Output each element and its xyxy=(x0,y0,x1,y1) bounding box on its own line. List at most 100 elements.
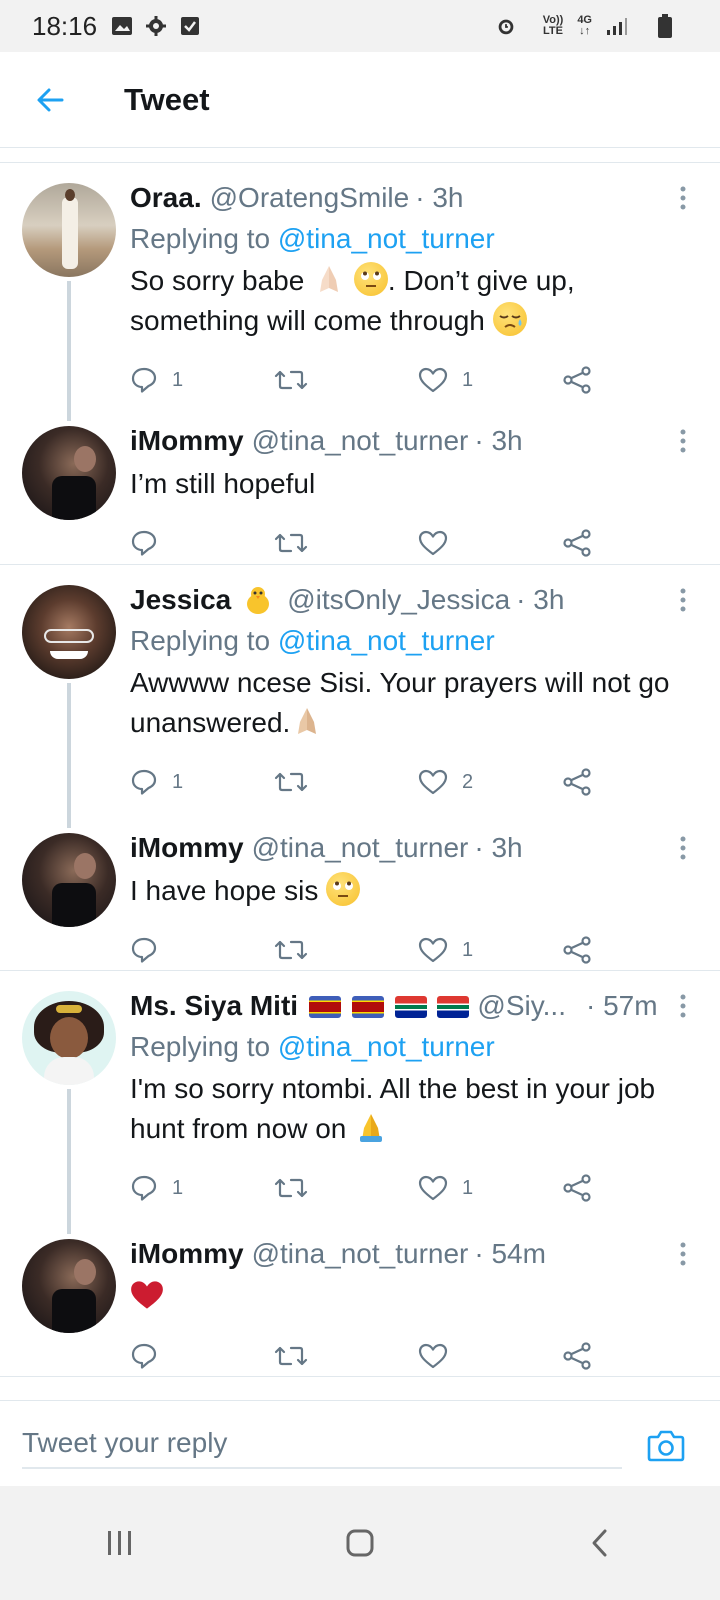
like-icon xyxy=(418,937,448,963)
avatar[interactable] xyxy=(22,183,116,277)
tweet[interactable]: iMommy @tina_not_turner · 3h I’m still h… xyxy=(0,406,720,564)
tweet[interactable]: Oraa. @OratengSmile · 3h Replying to @ti… xyxy=(0,163,720,421)
tweet[interactable]: iMommy @tina_not_turner · 54m xyxy=(0,1219,720,1376)
tweet[interactable]: Ms. Siya Miti @Siy... · 57m Replying to xyxy=(0,971,720,1234)
reply-button[interactable] xyxy=(130,529,274,557)
username[interactable]: @tina_not_turner xyxy=(252,425,469,457)
reply-button[interactable] xyxy=(130,936,274,964)
like-button[interactable] xyxy=(418,529,562,557)
retweet-button[interactable] xyxy=(274,768,418,796)
retweet-icon xyxy=(274,533,308,553)
more-button[interactable] xyxy=(666,424,700,458)
reply-input[interactable] xyxy=(22,1419,622,1469)
display-name[interactable]: Oraa. xyxy=(130,182,202,214)
retweet-button[interactable] xyxy=(274,366,418,394)
camera-button[interactable] xyxy=(646,1425,686,1465)
like-icon xyxy=(418,1343,448,1369)
mention-link[interactable]: @tina_not_turner xyxy=(278,1031,495,1062)
username[interactable]: @Siy... xyxy=(477,990,566,1022)
username[interactable]: @OratengSmile xyxy=(210,182,410,214)
retweet-button[interactable] xyxy=(274,529,418,557)
username[interactable]: @itsOnly_Jessica xyxy=(287,584,510,616)
reply-icon xyxy=(131,1343,157,1369)
retweet-button[interactable] xyxy=(274,1342,418,1370)
avatar[interactable] xyxy=(22,833,116,927)
username[interactable]: @tina_not_turner xyxy=(252,832,469,864)
back-nav-icon xyxy=(592,1529,607,1557)
avatar[interactable] xyxy=(22,1239,116,1333)
like-button[interactable]: 1 xyxy=(418,1174,562,1202)
mention-link[interactable]: @tina_not_turner xyxy=(278,223,495,254)
reply-button[interactable]: 1 xyxy=(130,1174,274,1202)
home-button[interactable] xyxy=(320,1503,400,1583)
top-app-bar: Tweet xyxy=(0,52,720,148)
share-button[interactable] xyxy=(562,529,592,557)
tweet-actions xyxy=(130,518,700,568)
retweet-icon xyxy=(274,940,308,960)
username[interactable]: @tina_not_turner xyxy=(252,1238,469,1270)
display-name[interactable]: iMommy xyxy=(130,425,244,457)
replying-to: Replying to @tina_not_turner xyxy=(130,1031,495,1062)
eye-roll-emoji-icon xyxy=(326,872,361,906)
more-icon xyxy=(680,588,686,612)
tweet-actions: 1 1 xyxy=(130,1163,700,1213)
more-icon xyxy=(680,1242,686,1266)
share-button[interactable] xyxy=(562,768,592,796)
tweet-actions xyxy=(130,1331,700,1381)
display-name[interactable]: iMommy xyxy=(130,832,244,864)
share-icon xyxy=(563,768,591,796)
more-button[interactable] xyxy=(666,583,700,617)
more-button[interactable] xyxy=(666,831,700,865)
mention-link[interactable]: @tina_not_turner xyxy=(278,625,495,656)
reply-icon xyxy=(131,1175,157,1201)
share-button[interactable] xyxy=(562,1342,592,1370)
settings-gear-icon xyxy=(145,15,167,37)
like-button[interactable] xyxy=(418,1342,562,1370)
back-arrow-icon xyxy=(37,88,64,111)
share-button[interactable] xyxy=(562,1174,592,1202)
display-name[interactable]: iMommy xyxy=(130,1238,244,1270)
recent-apps-button[interactable] xyxy=(80,1503,160,1583)
retweet-button[interactable] xyxy=(274,936,418,964)
more-button[interactable] xyxy=(666,1237,700,1271)
reply-button[interactable]: 1 xyxy=(130,366,274,394)
reply-icon xyxy=(131,530,157,556)
tweet-feed[interactable]: Oraa. @OratengSmile · 3h Replying to @ti… xyxy=(0,163,720,1377)
avatar[interactable] xyxy=(22,991,116,1085)
more-icon xyxy=(680,186,686,210)
tweet-text: So sorry babe . Don’t give up, something… xyxy=(130,261,700,341)
volte-indicator: Vo)) LTE xyxy=(542,14,564,37)
share-icon xyxy=(563,1174,591,1202)
display-name[interactable]: Jessica xyxy=(130,584,231,616)
like-button[interactable]: 1 xyxy=(418,366,562,394)
back-nav-button[interactable] xyxy=(560,1503,640,1583)
status-time: 18:16 xyxy=(32,10,98,41)
retweet-icon xyxy=(274,772,308,792)
timestamp: · 3h xyxy=(474,425,523,456)
like-button[interactable]: 2 xyxy=(418,768,562,796)
display-name[interactable]: Ms. Siya Miti xyxy=(130,990,298,1022)
folded-hands-emoji-icon xyxy=(290,704,324,738)
thread-connector xyxy=(67,1089,71,1234)
avatar[interactable] xyxy=(22,585,116,679)
home-icon xyxy=(346,1529,374,1557)
avatar[interactable] xyxy=(22,426,116,520)
tweet[interactable]: Jessica @itsOnly_Jessica · 3h Replying t… xyxy=(0,565,720,828)
more-button[interactable] xyxy=(666,181,700,215)
share-button[interactable] xyxy=(562,366,592,394)
reply-button[interactable] xyxy=(130,1342,274,1370)
retweet-button[interactable] xyxy=(274,1174,418,1202)
tweet-text: I’m still hopeful xyxy=(130,468,316,499)
reply-count: 1 xyxy=(172,1176,184,1199)
back-button[interactable] xyxy=(20,70,80,130)
like-button[interactable]: 1 xyxy=(418,936,562,964)
retweet-icon xyxy=(274,1346,308,1366)
reply-button[interactable]: 1 xyxy=(130,768,274,796)
more-icon xyxy=(680,994,686,1018)
more-icon xyxy=(680,836,686,860)
share-button[interactable] xyxy=(562,936,592,964)
tweet[interactable]: iMommy @tina_not_turner · 3h I have hope… xyxy=(0,813,720,970)
more-button[interactable] xyxy=(666,989,700,1023)
like-count: 2 xyxy=(462,770,474,793)
gallery-icon xyxy=(111,15,133,37)
